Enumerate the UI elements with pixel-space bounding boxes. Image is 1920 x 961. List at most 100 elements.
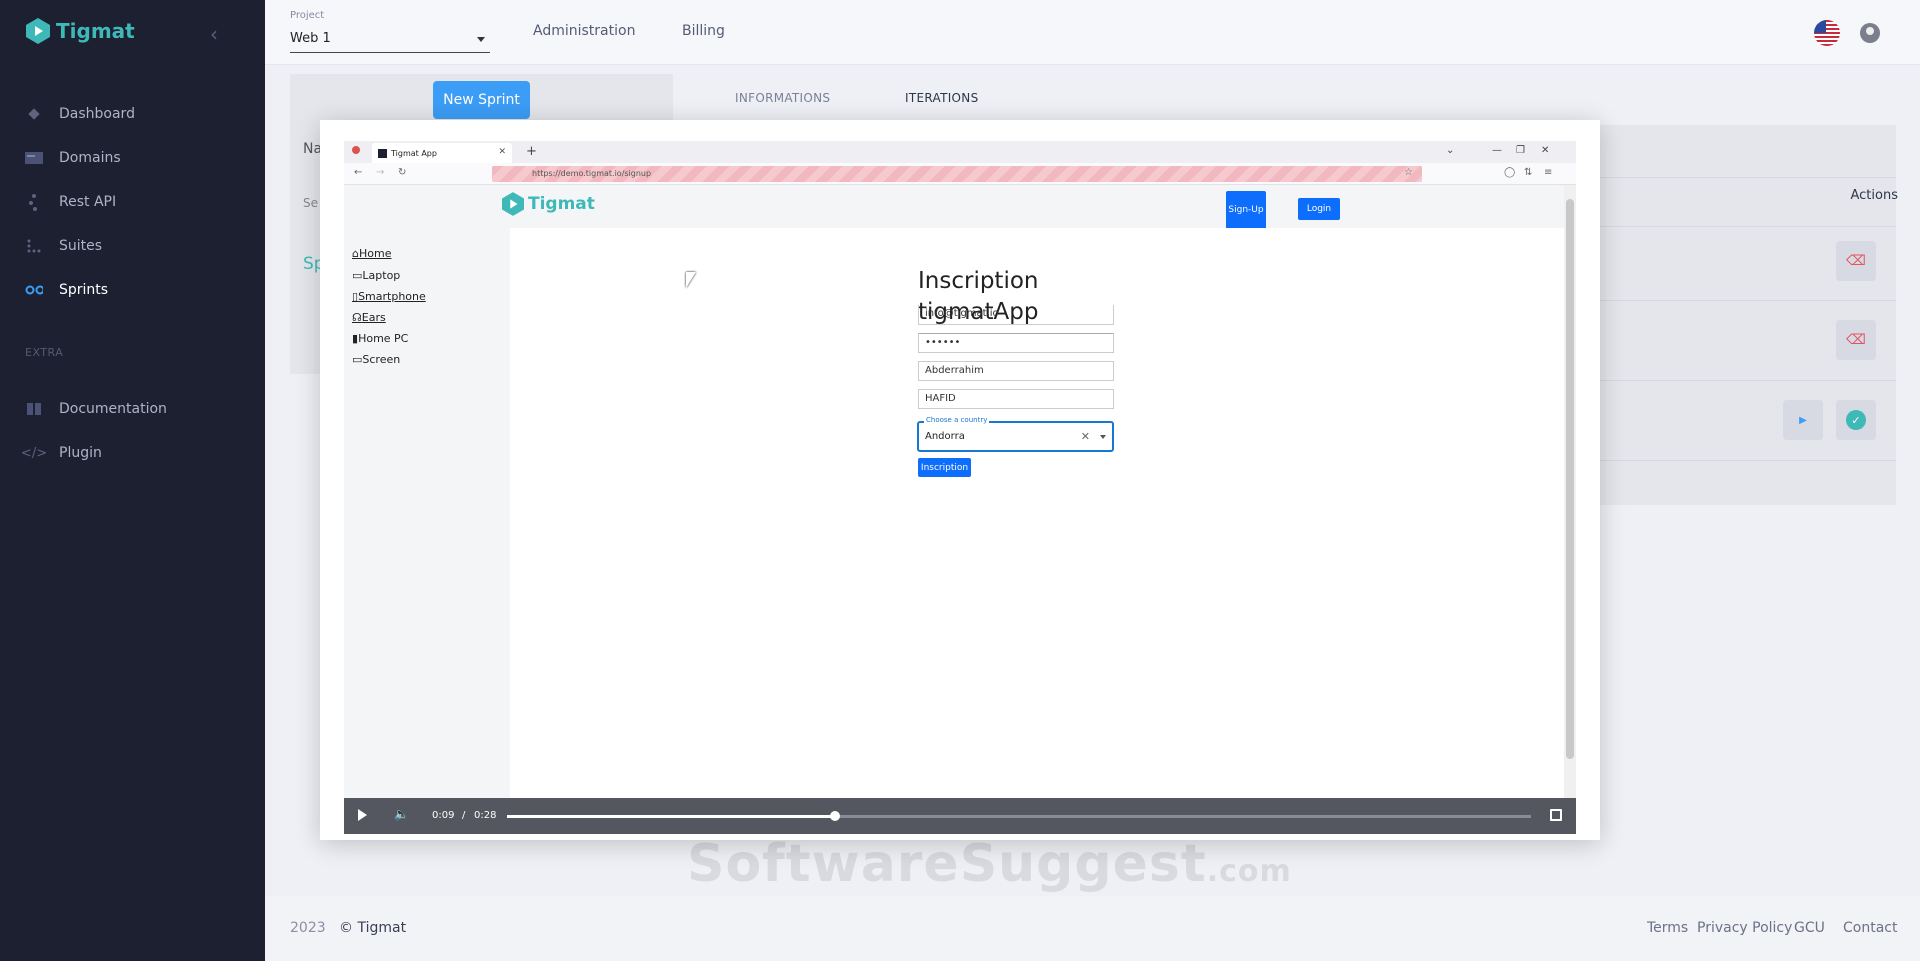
delete-icon: ⌫: [1846, 253, 1866, 269]
bookmark-icon: ☆: [1404, 167, 1413, 178]
table-row-divider: [1600, 460, 1896, 461]
minimize-icon: —: [1492, 145, 1502, 156]
country-value: Andorra: [925, 431, 965, 442]
sidebar-item-label: Domains: [59, 150, 121, 166]
tigmat-logo-icon: [502, 192, 524, 216]
sprints-icon: [25, 281, 43, 299]
chevron-down-icon: [1100, 435, 1106, 439]
play-icon: ▶: [1799, 414, 1807, 426]
scrollbar: [1564, 185, 1576, 798]
code-icon: </>: [20, 445, 48, 461]
sidebar-item-sprints[interactable]: Sprints: [25, 278, 108, 302]
sidebar-item-rest-api[interactable]: Rest API: [25, 190, 116, 214]
check-icon: ✓: [1846, 410, 1866, 430]
validate-button[interactable]: ✓: [1836, 400, 1876, 440]
country-select: Choose a country Andorra ✕: [917, 416, 1114, 452]
time-separator: /: [462, 810, 466, 821]
email-field: info@tigmat.io: [918, 305, 1114, 325]
first-name-field: Abderrahim: [918, 361, 1114, 381]
fullscreen-icon[interactable]: [1550, 809, 1562, 821]
dashboard-icon: [25, 105, 43, 123]
rest-api-icon: [25, 193, 43, 211]
shield-icon: ◯: [1504, 167, 1516, 178]
new-sprint-button[interactable]: New Sprint: [433, 81, 530, 119]
last-name-field: HAFID: [918, 389, 1114, 409]
laptop-icon: ▭: [352, 269, 363, 282]
app-nav-home-pc: ▮Home PC: [352, 332, 409, 345]
tab-iterations[interactable]: ITERATIONS: [905, 91, 979, 105]
sidebar-item-documentation[interactable]: Documentation: [25, 397, 167, 421]
watermark: SoftwareSuggest.com: [687, 834, 1292, 894]
sidebar-item-label: Rest API: [59, 194, 117, 210]
demo-video[interactable]: Tigmat App ✕ + ⌄ — ❐ ✕ ← → ↻ https://dem…: [344, 141, 1576, 834]
video-progress-bar[interactable]: [507, 811, 1531, 821]
sidebar-section-extra: EXTRA: [25, 346, 64, 359]
tab-informations[interactable]: INFORMATIONS: [735, 91, 830, 105]
delete-button[interactable]: ⌫: [1836, 320, 1876, 360]
app-logo: Tigmat: [502, 192, 595, 216]
collapse-sidebar-icon[interactable]: ‹: [210, 22, 218, 46]
billing-link[interactable]: Billing: [682, 23, 725, 39]
current-time: 0:09: [432, 810, 455, 821]
brand-logo[interactable]: Tigmat: [26, 17, 135, 45]
browser-url-bar: ← → ↻ https://demo.tigmat.io/signup ☆ ◯ …: [344, 163, 1576, 185]
partial-search-field[interactable]: Se: [303, 196, 318, 210]
forward-icon: →: [376, 167, 385, 178]
reload-icon: ↻: [398, 167, 407, 178]
sidebar: Tigmat ‹ Dashboard Domains Rest API Suit…: [0, 0, 265, 961]
us-flag-icon[interactable]: [1814, 20, 1840, 46]
top-bar: Project Web 1 Administration Billing: [265, 0, 1920, 65]
delete-button[interactable]: ⌫: [1836, 241, 1876, 281]
brand-name: Tigmat: [56, 19, 135, 43]
project-label: Project: [290, 10, 325, 21]
iterations-table: [1600, 125, 1896, 505]
tigmat-logo-icon: [26, 18, 50, 44]
suites-icon: [25, 237, 43, 255]
browser-menu-icon: [352, 146, 360, 154]
footer-year: 2023: [290, 920, 326, 936]
login-button: Login: [1298, 198, 1340, 220]
browser-tab-bar: Tigmat App ✕ + ⌄ — ❐ ✕: [344, 141, 1576, 163]
administration-link[interactable]: Administration: [533, 23, 635, 39]
run-button[interactable]: ▶: [1783, 400, 1823, 440]
gcu-link[interactable]: GCU: [1794, 920, 1825, 936]
project-select[interactable]: Web 1: [290, 27, 490, 53]
sidebar-item-label: Documentation: [59, 401, 167, 417]
domains-icon: [25, 149, 43, 167]
contact-link[interactable]: Contact: [1843, 920, 1897, 936]
inscription-button: Inscription: [918, 458, 971, 477]
new-tab-icon: +: [526, 144, 537, 159]
footer-brand: © Tigmat: [339, 920, 407, 936]
play-button-icon[interactable]: [358, 809, 367, 821]
footer: 2023 © Tigmat Terms Privacy Policy GCU C…: [265, 896, 1920, 961]
back-icon: ←: [354, 167, 363, 178]
sidebar-item-label: Sprints: [59, 282, 109, 298]
duration: 0:28: [474, 810, 497, 821]
footer-copyright: 2023 © Tigmat: [290, 920, 406, 936]
table-row-divider: [1600, 380, 1896, 381]
sidebar-item-plugin[interactable]: </> Plugin: [20, 441, 102, 465]
app-nav-home: ⌂Home: [352, 247, 392, 260]
user-avatar-icon[interactable]: [1860, 23, 1880, 43]
sidebar-item-domains[interactable]: Domains: [25, 146, 121, 170]
app-nav-smartphone: ▯Smartphone: [352, 290, 426, 303]
app-nav-ears: ☊Ears: [352, 311, 386, 324]
favicon-icon: [378, 148, 387, 158]
headphones-icon: ☊: [352, 311, 362, 324]
sidebar-item-label: Dashboard: [59, 106, 135, 122]
sidebar-item-dashboard[interactable]: Dashboard: [25, 102, 135, 126]
sidebar-item-suites[interactable]: Suites: [25, 234, 102, 258]
app-nav-laptop: ▭Laptop: [352, 269, 401, 282]
terms-link[interactable]: Terms: [1647, 920, 1688, 936]
restore-icon: ❐: [1516, 145, 1525, 156]
country-label: Choose a country: [924, 416, 990, 424]
privacy-policy-link[interactable]: Privacy Policy: [1697, 920, 1792, 936]
app-logo-text: Tigmat: [528, 194, 595, 214]
sidebar-item-label: Plugin: [59, 445, 102, 461]
chevron-down-icon: [477, 37, 485, 42]
extensions-icon: ⇅: [1524, 167, 1533, 178]
video-progress-handle[interactable]: [829, 811, 840, 821]
browser-tab: Tigmat App ✕: [372, 143, 512, 163]
volume-icon[interactable]: 🔈: [394, 807, 409, 821]
delete-icon: ⌫: [1846, 332, 1866, 348]
